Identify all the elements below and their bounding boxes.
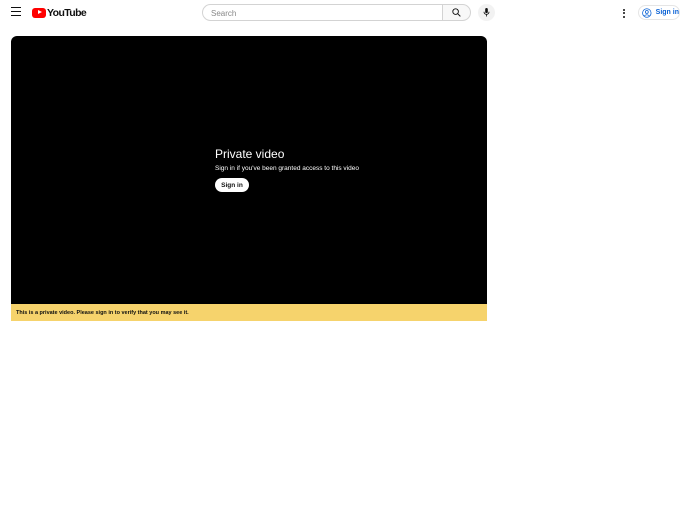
youtube-logo-icon bbox=[32, 7, 46, 18]
private-video-banner: This is a private video. Please sign in … bbox=[11, 304, 487, 321]
search-input[interactable] bbox=[211, 6, 436, 20]
video-player: Private video Sign in if you've been gra… bbox=[11, 36, 487, 304]
microphone-icon bbox=[483, 8, 490, 17]
sign-in-label: Sign in bbox=[655, 9, 679, 16]
youtube-logo[interactable]: YouTube bbox=[32, 6, 87, 19]
search-button[interactable] bbox=[442, 4, 471, 21]
more-vertical-icon[interactable] bbox=[617, 6, 631, 20]
search-box bbox=[202, 4, 443, 21]
private-video-subtitle: Sign in if you've been granted access to… bbox=[215, 165, 359, 172]
player-sign-in-button[interactable]: Sign in bbox=[215, 178, 249, 192]
voice-search-button[interactable] bbox=[478, 4, 495, 21]
logo-text: YouTube bbox=[47, 6, 87, 19]
sign-in-button[interactable]: Sign in bbox=[638, 5, 680, 20]
account-circle-icon bbox=[642, 7, 652, 18]
hamburger-menu-icon[interactable] bbox=[11, 7, 22, 17]
search-icon bbox=[452, 8, 461, 17]
private-video-title: Private video bbox=[215, 147, 285, 161]
private-video-banner-text: This is a private video. Please sign in … bbox=[16, 309, 189, 316]
masthead: YouTube Sign in bbox=[0, 0, 688, 25]
